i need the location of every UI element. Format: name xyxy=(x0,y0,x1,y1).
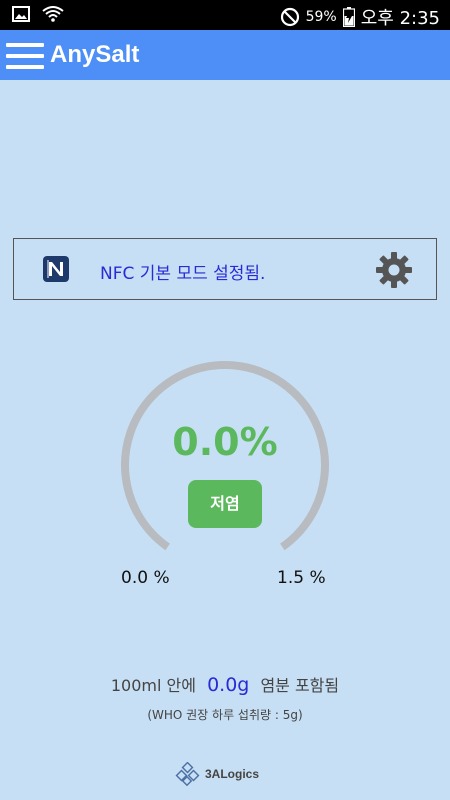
salinity-value: 0.0% xyxy=(172,420,278,464)
hamburger-menu-button[interactable] xyxy=(6,43,44,69)
logo-text: 3ALogics xyxy=(205,767,260,781)
hamburger-icon-bar xyxy=(6,65,44,69)
company-logo: 3ALogics xyxy=(175,762,259,786)
status-bar: 59% 오후 2:35 xyxy=(0,0,450,30)
hamburger-icon-bar xyxy=(6,54,44,58)
app-title: AnySalt xyxy=(50,41,140,68)
salt-prefix: 100ml 안에 xyxy=(110,676,196,695)
wifi-icon xyxy=(42,6,64,22)
nfc-status-text: NFC 기본 모드 설정됨. xyxy=(100,264,266,284)
do-not-disturb-icon xyxy=(280,7,299,27)
salt-suffix: 염분 포함됨 xyxy=(260,676,340,695)
salinity-level-badge: 저염 xyxy=(188,480,262,528)
nfc-status-panel: NFC 기본 모드 설정됨. xyxy=(13,238,437,300)
gauge-min-label: 0.0 % xyxy=(121,568,170,588)
gallery-icon xyxy=(12,6,30,22)
salt-content-line: 100ml 안에 0.0g 염분 포함됨 xyxy=(0,672,450,696)
status-right: 59% 오후 2:35 xyxy=(280,4,440,30)
battery-percent: 59% xyxy=(305,9,337,25)
hamburger-icon xyxy=(6,43,44,47)
salinity-gauge xyxy=(121,361,329,551)
gear-icon xyxy=(376,252,412,288)
gauge-max-label: 1.5 % xyxy=(277,568,326,588)
who-recommendation: (WHO 권장 하루 섭취량 : 5g) xyxy=(147,708,303,722)
settings-button[interactable] xyxy=(374,250,414,290)
logo-mark-icon xyxy=(175,762,200,786)
clock: 오후 2:35 xyxy=(360,8,440,29)
app-bar: AnySalt xyxy=(0,30,450,80)
battery-charging-icon xyxy=(342,7,355,27)
salt-amount: 0.0g xyxy=(207,674,250,696)
status-left xyxy=(12,6,64,22)
nfc-icon xyxy=(43,256,69,282)
